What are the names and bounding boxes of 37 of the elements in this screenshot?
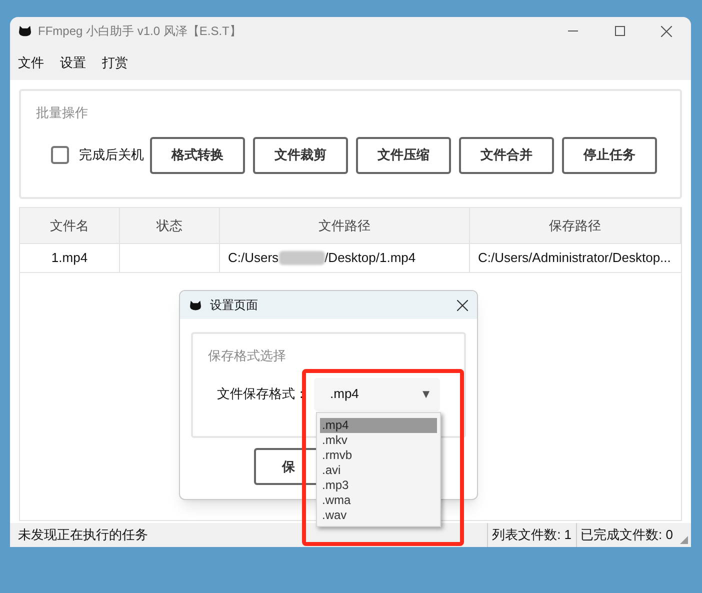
column-header[interactable]: 文件路径 xyxy=(318,216,370,236)
animal-head-icon xyxy=(18,25,32,37)
done-count: 已完成文件数: 0 xyxy=(580,526,673,544)
column-header[interactable]: 状态 xyxy=(156,216,182,236)
action-button[interactable]: 停止任务 xyxy=(562,136,657,174)
maximize-icon[interactable] xyxy=(615,26,625,36)
column-header[interactable]: 保存路径 xyxy=(549,216,601,236)
dropdown-option[interactable]: .wma xyxy=(320,493,437,508)
table-cell-text: C:/Users/Administrator/Desktop... xyxy=(478,249,671,268)
dropdown-option[interactable]: .wav xyxy=(320,508,437,523)
format-label: 文件保存格式： xyxy=(217,385,308,404)
column-header[interactable]: 文件名 xyxy=(50,216,89,236)
dropdown-option[interactable]: .mp4 xyxy=(320,418,437,433)
group-title: 保存格式选择 xyxy=(208,347,286,365)
menu-item[interactable]: 文件 xyxy=(18,52,44,72)
format-combo-box[interactable]: .mp4 ▼ xyxy=(314,378,440,410)
close-icon[interactable] xyxy=(457,300,468,310)
window-title: FFmpeg 小白助手 v1.0 风泽【E.S.T】 xyxy=(38,23,242,40)
action-button[interactable]: 格式转换 xyxy=(150,136,245,174)
table-cell-text: C:/Users xyxy=(228,249,279,268)
close-icon[interactable] xyxy=(661,26,672,36)
dialog-title: 设置页面 xyxy=(210,297,258,314)
dropdown-option[interactable]: .mkv xyxy=(320,433,437,448)
resize-grip-icon[interactable] xyxy=(679,535,689,545)
animal-head-icon xyxy=(189,300,202,310)
checkbox-label: 完成后关机 xyxy=(79,146,144,164)
menu-item[interactable]: 打赏 xyxy=(102,52,128,72)
action-button[interactable]: 文件合并 xyxy=(459,136,554,174)
table-cell-text: /Desktop/1.mp4 xyxy=(324,249,416,268)
group-title: 批量操作 xyxy=(36,104,88,122)
checkbox[interactable] xyxy=(51,146,69,164)
table-cell-text: 1.mp4 xyxy=(51,249,88,268)
action-button[interactable]: 文件裁剪 xyxy=(253,136,348,174)
status-message: 未发现正在执行的任务 xyxy=(18,526,148,544)
action-button[interactable]: 文件压缩 xyxy=(356,136,451,174)
file-count: 列表文件数: 1 xyxy=(492,526,572,544)
menu-item[interactable]: 设置 xyxy=(60,52,86,72)
